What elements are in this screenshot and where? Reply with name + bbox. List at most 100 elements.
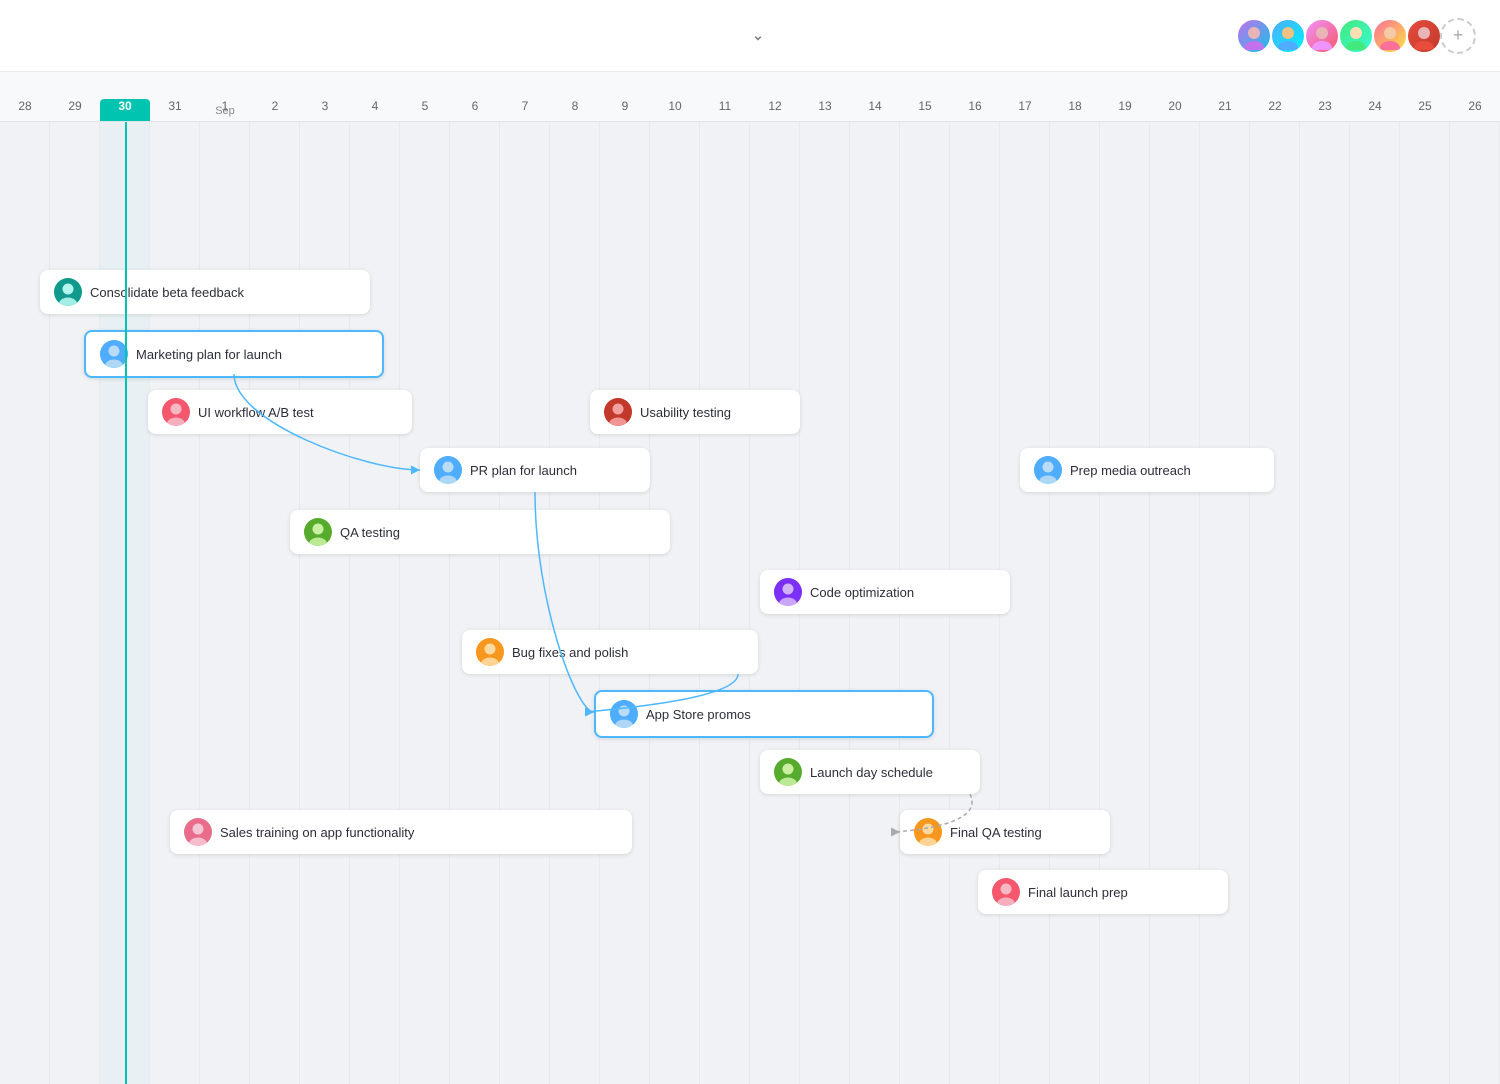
- date-col-2: 2: [250, 99, 300, 121]
- task-avatar-launch-day: [774, 758, 802, 786]
- task-label-final-launch: Final launch prep: [1028, 885, 1128, 900]
- task-avatar-prep-media: [1034, 456, 1062, 484]
- date-col-6: 6: [450, 99, 500, 121]
- task-label-ui-workflow: UI workflow A/B test: [198, 405, 314, 420]
- avatar-1[interactable]: [1236, 18, 1272, 54]
- header: ⌄ +: [0, 0, 1500, 72]
- grid-col-6: [300, 122, 350, 1084]
- date-col-18: 18: [1050, 99, 1100, 121]
- date-col-10: 10: [650, 99, 700, 121]
- task-card-ui-workflow[interactable]: UI workflow A/B test: [148, 390, 412, 434]
- task-avatar-app-store: [610, 700, 638, 728]
- grid-col-0: [0, 122, 50, 1084]
- task-card-sales-training[interactable]: Sales training on app functionality: [170, 810, 632, 854]
- grid-col-13: [650, 122, 700, 1084]
- task-card-consolidate[interactable]: Consolidate beta feedback: [40, 270, 370, 314]
- task-label-bug-fixes: Bug fixes and polish: [512, 645, 628, 660]
- date-col-29: 29: [50, 99, 100, 121]
- date-col-23: 23: [1300, 99, 1350, 121]
- task-label-sales-training: Sales training on app functionality: [220, 825, 414, 840]
- add-member-button[interactable]: +: [1440, 18, 1476, 54]
- date-col-12: 12: [750, 99, 800, 121]
- date-col-26: 26: [1450, 99, 1500, 121]
- date-header: 28293031Sep12345678910111213141516171819…: [0, 72, 1500, 122]
- grid-col-8: [400, 122, 450, 1084]
- date-col-16: 16: [950, 99, 1000, 121]
- date-col-5: 5: [400, 99, 450, 121]
- grid-col-25: [1250, 122, 1300, 1084]
- task-label-code-opt: Code optimization: [810, 585, 914, 600]
- today-line: [125, 122, 127, 1084]
- date-col-31: 31: [150, 99, 200, 121]
- grid-col-1: [50, 122, 100, 1084]
- task-label-marketing: Marketing plan for launch: [136, 347, 282, 362]
- task-avatar-consolidate: [54, 278, 82, 306]
- task-avatar-final-qa: [914, 818, 942, 846]
- grid-col-4: [200, 122, 250, 1084]
- chevron-down-icon[interactable]: ⌄: [752, 27, 764, 44]
- date-col-7: 7: [500, 99, 550, 121]
- task-card-pr-plan[interactable]: PR plan for launch: [420, 448, 650, 492]
- grid-col-7: [350, 122, 400, 1084]
- grid-col-28: [1400, 122, 1450, 1084]
- date-col-19: 19: [1100, 99, 1150, 121]
- task-avatar-sales-training: [184, 818, 212, 846]
- date-col-8: 8: [550, 99, 600, 121]
- avatar-4[interactable]: [1338, 18, 1374, 54]
- task-card-marketing[interactable]: Marketing plan for launch: [84, 330, 384, 378]
- task-card-final-launch[interactable]: Final launch prep: [978, 870, 1228, 914]
- date-col-20: 20: [1150, 99, 1200, 121]
- task-card-app-store[interactable]: App Store promos: [594, 690, 934, 738]
- date-col-1: Sep1: [200, 99, 250, 121]
- app-container: ⌄ + 28293031Sep1: [0, 0, 1500, 1084]
- date-col-28: 28: [0, 99, 50, 121]
- avatar-6[interactable]: [1406, 18, 1442, 54]
- date-col-17: 17: [1000, 99, 1050, 121]
- date-col-30: 30: [100, 99, 150, 121]
- task-avatar-bug-fixes: [476, 638, 504, 666]
- date-col-3: 3: [300, 99, 350, 121]
- date-col-14: 14: [850, 99, 900, 121]
- task-card-launch-day[interactable]: Launch day schedule: [760, 750, 980, 794]
- grid-col-12: [600, 122, 650, 1084]
- task-card-usability[interactable]: Usability testing: [590, 390, 800, 434]
- avatar-5[interactable]: [1372, 18, 1408, 54]
- grid-col-23: [1150, 122, 1200, 1084]
- task-label-pr-plan: PR plan for launch: [470, 463, 577, 478]
- task-label-consolidate: Consolidate beta feedback: [90, 285, 244, 300]
- date-col-4: 4: [350, 99, 400, 121]
- task-avatar-code-opt: [774, 578, 802, 606]
- task-card-bug-fixes[interactable]: Bug fixes and polish: [462, 630, 758, 674]
- task-card-final-qa[interactable]: Final QA testing: [900, 810, 1110, 854]
- date-col-11: 11: [700, 99, 750, 121]
- avatar-3[interactable]: [1304, 18, 1340, 54]
- grid-col-3: [150, 122, 200, 1084]
- timeline-area: 28293031Sep12345678910111213141516171819…: [0, 72, 1500, 1084]
- date-col-9: 9: [600, 99, 650, 121]
- grid-col-27: [1350, 122, 1400, 1084]
- task-label-final-qa: Final QA testing: [950, 825, 1042, 840]
- grid-col-5: [250, 122, 300, 1084]
- grid-col-29: [1450, 122, 1500, 1084]
- grid-col-11: [550, 122, 600, 1084]
- date-col-15: 15: [900, 99, 950, 121]
- avatar-2[interactable]: [1270, 18, 1306, 54]
- grid-col-26: [1300, 122, 1350, 1084]
- task-card-prep-media[interactable]: Prep media outreach: [1020, 448, 1274, 492]
- task-label-qa-testing: QA testing: [340, 525, 400, 540]
- task-avatar-pr-plan: [434, 456, 462, 484]
- task-avatar-qa-testing: [304, 518, 332, 546]
- task-avatar-final-launch: [992, 878, 1020, 906]
- grid-col-14: [700, 122, 750, 1084]
- date-col-13: 13: [800, 99, 850, 121]
- task-avatar-usability: [604, 398, 632, 426]
- grid-col-10: [500, 122, 550, 1084]
- task-card-code-opt[interactable]: Code optimization: [760, 570, 1010, 614]
- date-col-22: 22: [1250, 99, 1300, 121]
- grid-col-22: [1100, 122, 1150, 1084]
- task-avatar-marketing: [100, 340, 128, 368]
- task-card-qa-testing[interactable]: QA testing: [290, 510, 670, 554]
- date-col-21: 21: [1200, 99, 1250, 121]
- grid-col-9: [450, 122, 500, 1084]
- header-avatars: +: [1236, 18, 1476, 54]
